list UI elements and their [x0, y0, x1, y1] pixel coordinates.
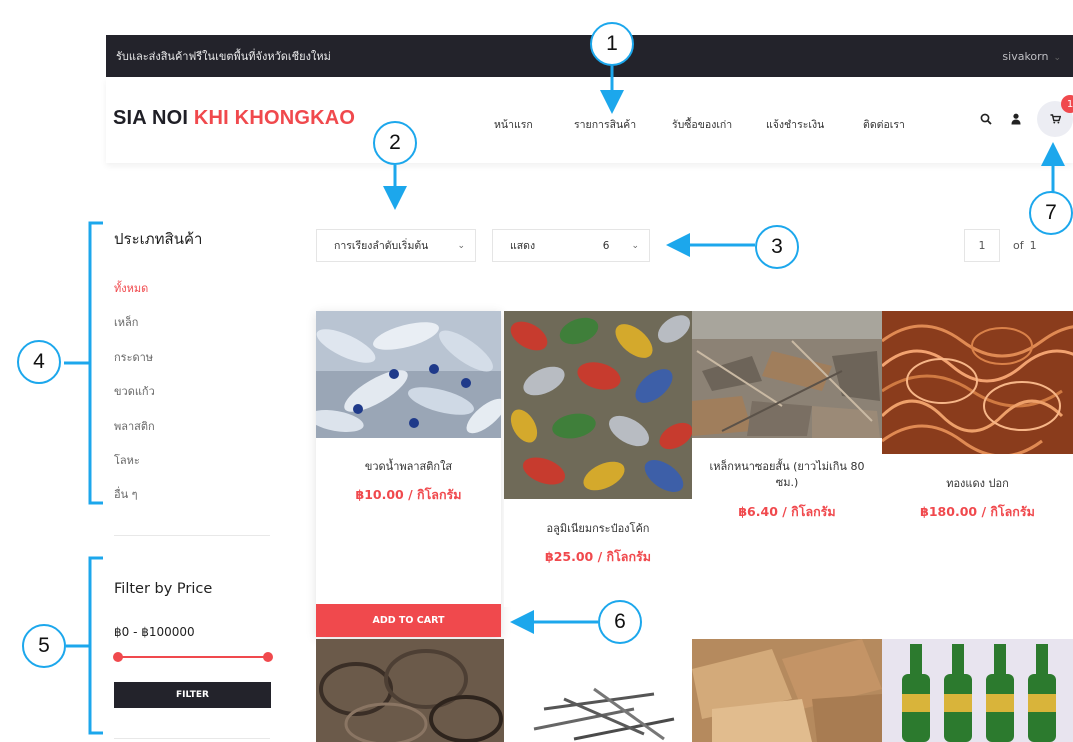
annotation-marker-2: 2	[373, 121, 417, 165]
annotation-marker-7: 7	[1029, 191, 1073, 235]
annotation-marker-4: 4	[17, 340, 61, 384]
annotation-marker-3: 3	[755, 225, 799, 269]
annotation-marker-6: 6	[598, 600, 642, 644]
annotation-overlay	[64, 66, 1065, 735]
annotation-marker-1: 1	[590, 22, 634, 66]
annotation-marker-5: 5	[22, 624, 66, 668]
